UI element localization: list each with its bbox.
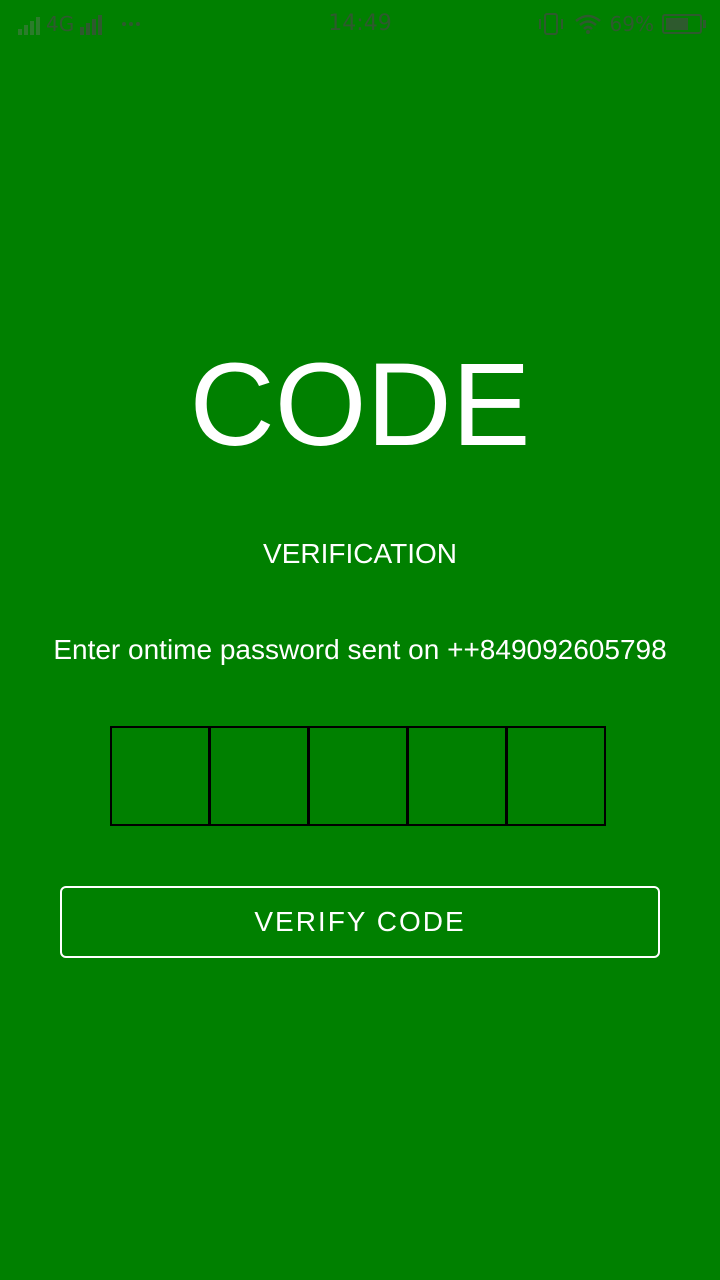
verification-screen: 4G 14:49 69% CODE VERIFICATION Enter ont… — [0, 0, 720, 1280]
otp-input-group — [110, 726, 610, 826]
battery-fill — [666, 18, 689, 30]
otp-digit-4[interactable] — [407, 726, 507, 826]
vibrate-icon — [538, 13, 563, 35]
otp-digit-3[interactable] — [308, 726, 408, 826]
status-right: 69% — [538, 10, 706, 38]
verify-code-button[interactable]: VERIFY CODE — [60, 886, 660, 958]
wifi-icon — [574, 14, 601, 34]
page-subtitle: VERIFICATION — [263, 538, 457, 569]
page-title: CODE — [189, 339, 531, 471]
otp-digit-2[interactable] — [209, 726, 309, 826]
otp-digit-5[interactable] — [506, 726, 606, 826]
battery-percent: 69% — [609, 12, 654, 36]
status-bar: 4G 14:49 69% — [0, 0, 720, 48]
instruction-text: Enter ontime password sent on ++84909260… — [53, 634, 667, 665]
otp-digit-1[interactable] — [110, 726, 210, 826]
battery-icon — [662, 14, 706, 34]
